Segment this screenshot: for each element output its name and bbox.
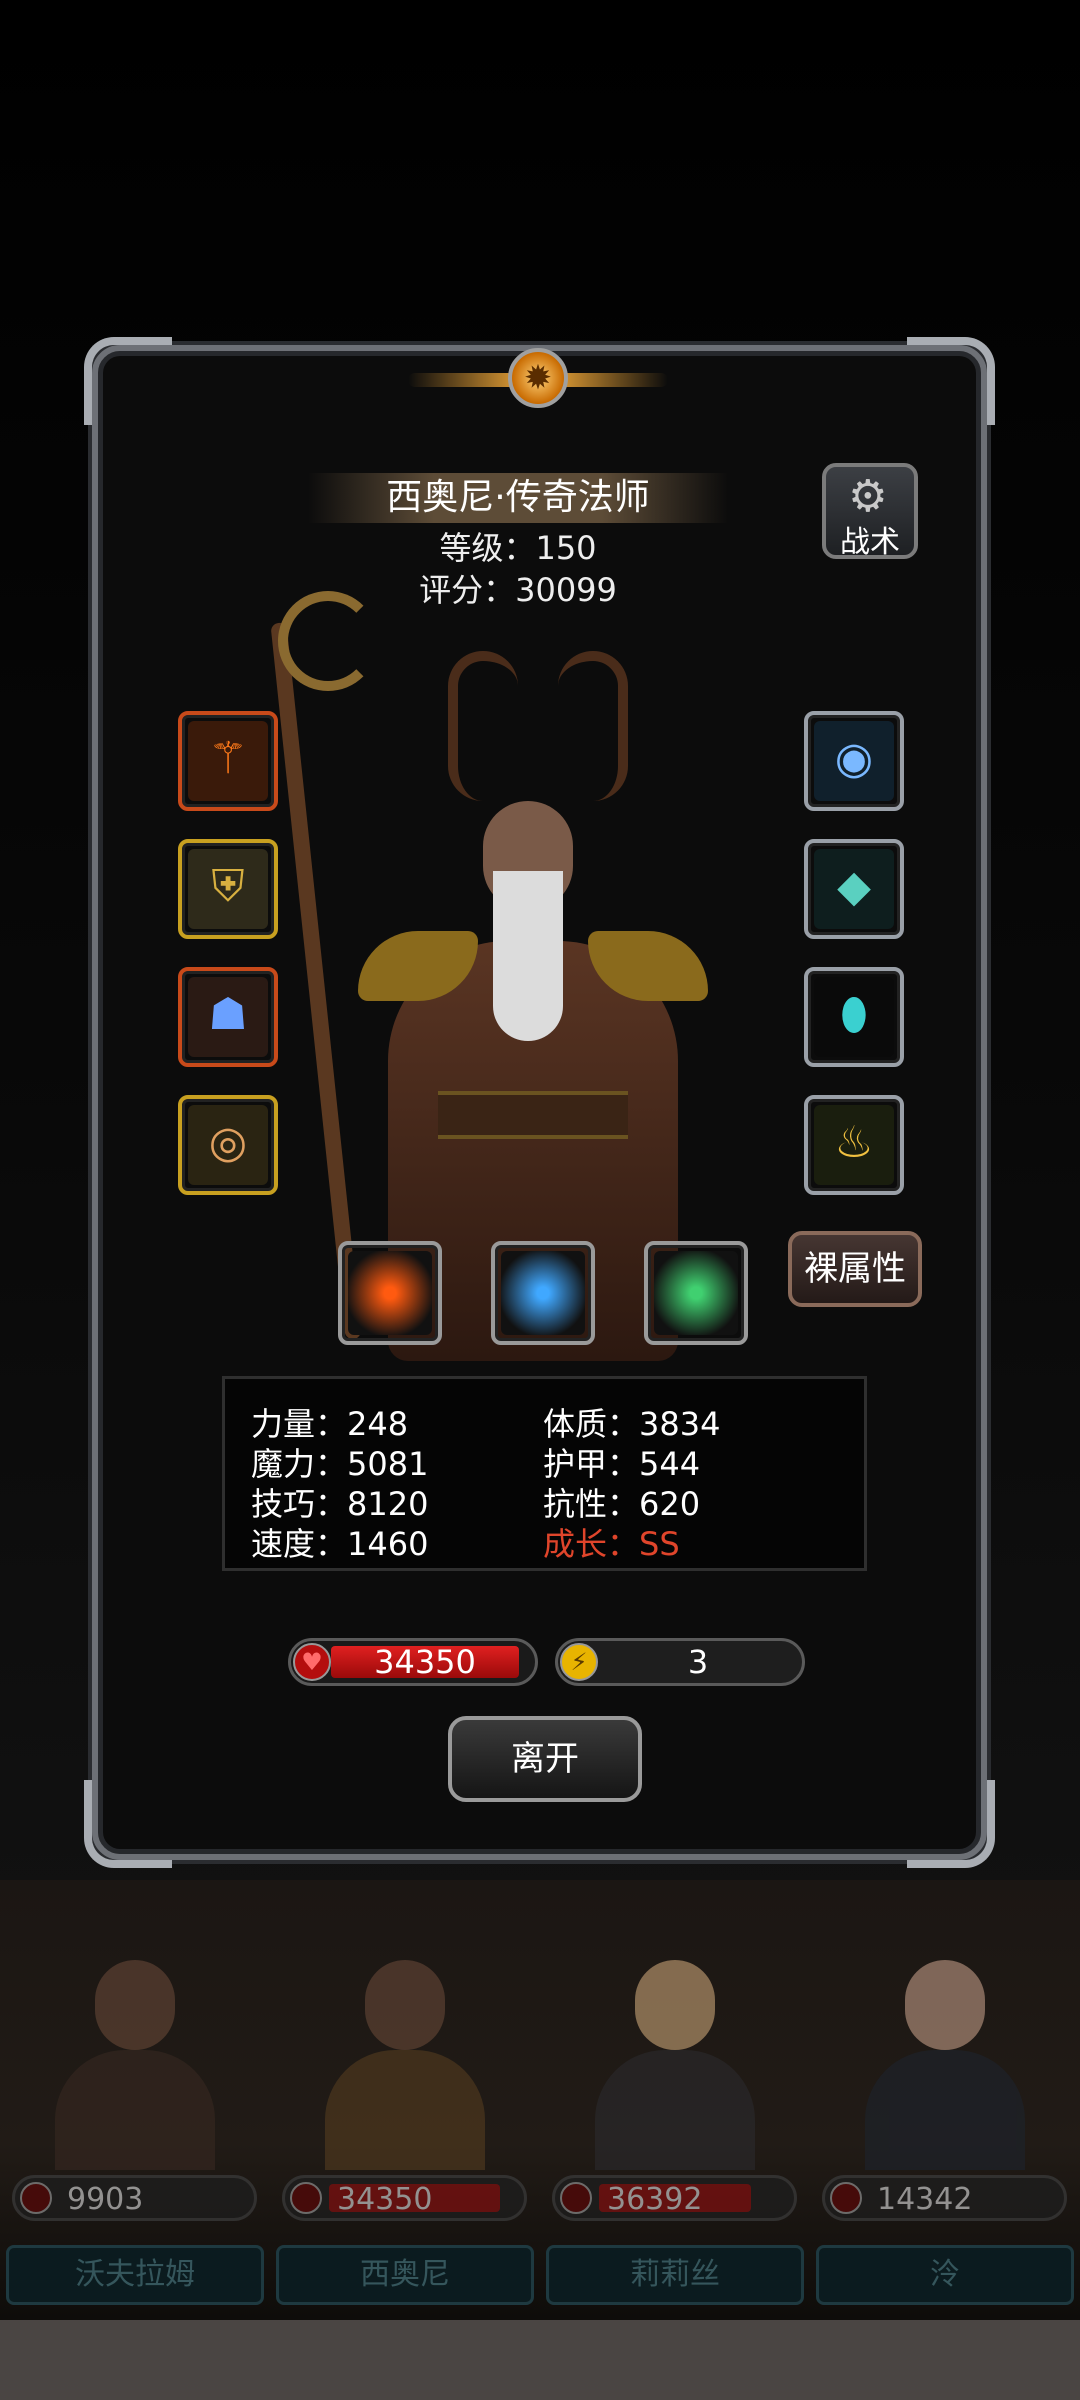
gear-icon: ⚙ [848,471,888,522]
fire-staff-icon: ⚚ [208,733,248,784]
hero-score: 评分：30099 [419,571,617,609]
team-name-button[interactable]: 泠 [816,2245,1074,2305]
equipment-slot-gem[interactable]: ⬮ [804,967,904,1067]
hero-name: 西奥尼·传奇法师 [308,473,728,523]
team-hp-bar: 34350 [282,2175,527,2221]
tactics-button[interactable]: ⚙ 战术 [822,463,918,560]
equipment-slot-lantern[interactable]: ♨ [804,1095,904,1195]
team-hp-bar: 14342 [822,2175,1067,2221]
team-hp-value: 14342 [877,2182,973,2217]
ice-slash-icon [501,1251,585,1335]
hero-detail-dialog: ✹ 西奥尼·传奇法师 等级：150 评分：30099 ⚙ 战术 ⚚ ⛨ ☗ ◎ [84,337,995,1868]
frame-corner-ornament [84,337,172,425]
skill-slot-2[interactable] [491,1241,595,1345]
hp-bar: ♥ 34350 [288,1638,538,1686]
team-portrait [840,1900,1050,2170]
energy-bar: ⚡ 3 [555,1638,805,1686]
team-portrait [300,1900,510,2170]
team-member-4[interactable]: 14342 泠 [810,1880,1080,2320]
energy-value: 3 [687,1643,709,1681]
lightning-icon: ⚡ [560,1643,598,1681]
team-member-1[interactable]: 9903 沃夫拉姆 [0,1880,270,2320]
sun-emblem-icon: ✹ [508,348,568,408]
water-amulet-icon: ◉ [834,733,874,784]
team-hp-bar: 36392 [552,2175,797,2221]
tactics-label: 战术 [840,525,900,560]
leave-button[interactable]: 离开 [448,1716,642,1802]
hp-icon [830,2182,862,2214]
equipment-slot-helmet[interactable]: ☗ [178,967,278,1067]
skill-slot-3[interactable] [644,1241,748,1345]
nature-light-icon [654,1251,738,1335]
stats-panel: 力量：248 体质：3834 魔力：5081 护甲：544 技巧：8120 抗性… [222,1376,867,1571]
base-attributes-button[interactable]: 裸属性 [788,1231,922,1307]
dragon-helm-icon: ☗ [208,989,248,1040]
stat-speed: 速度：1460 [251,1525,429,1563]
team-portrait [30,1900,240,2170]
frame-corner-ornament [907,337,995,425]
ring-icon: ◎ [208,1117,248,1168]
equipment-slot-armor[interactable]: ⛨ [178,839,278,939]
team-hp-bar: 9903 [12,2175,257,2221]
team-member-2[interactable]: 34350 西奥尼 [270,1880,540,2320]
lantern-icon: ♨ [834,1117,874,1168]
team-name-button[interactable]: 莉莉丝 [546,2245,804,2305]
frame-corner-ornament [84,1780,172,1868]
skill-slot-1[interactable] [338,1241,442,1345]
hp-value: 34350 [374,1643,476,1681]
armor-icon: ⛨ [211,861,245,912]
crystal-orb-icon: ◆ [837,861,871,912]
bottom-bar [0,2320,1080,2400]
equipment-slot-amulet[interactable]: ◉ [804,711,904,811]
hp-icon [20,2182,52,2214]
team-member-3[interactable]: 36392 莉莉丝 [540,1880,810,2320]
team-portrait [570,1900,780,2170]
fire-blast-icon [348,1251,432,1335]
team-hp-value: 36392 [607,2182,703,2217]
top-emblem-ornament: ✹ [408,343,668,423]
gem-icon: ⬮ [840,989,868,1040]
heart-icon: ♥ [293,1643,331,1681]
team-hp-value: 9903 [67,2182,144,2217]
team-hp-value: 34350 [337,2182,433,2217]
hero-level: 等级：150 [439,529,597,567]
stat-growth: 成长：SS [543,1525,680,1563]
equipment-slot-ring[interactable]: ◎ [178,1095,278,1195]
equipment-slot-orb[interactable]: ◆ [804,839,904,939]
hp-icon [290,2182,322,2214]
frame-corner-ornament [907,1780,995,1868]
equipment-slot-weapon[interactable]: ⚚ [178,711,278,811]
hp-icon [560,2182,592,2214]
team-strip: 9903 沃夫拉姆 34350 西奥尼 36392 莉莉丝 14342 泠 [0,1880,1080,2320]
team-name-button[interactable]: 西奥尼 [276,2245,534,2305]
team-name-button[interactable]: 沃夫拉姆 [6,2245,264,2305]
